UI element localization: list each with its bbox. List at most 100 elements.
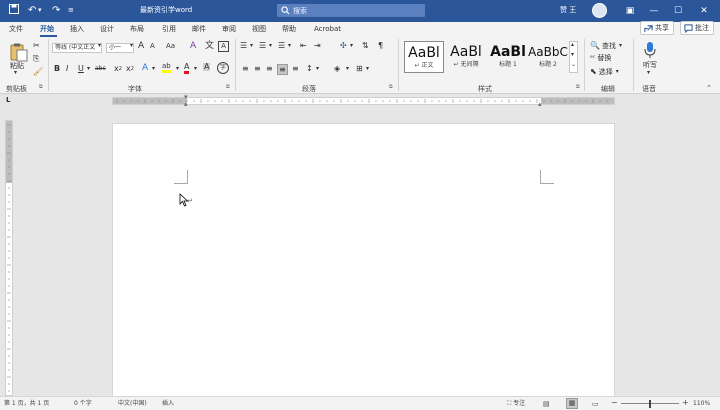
numbering-icon[interactable]: ☰ — [259, 42, 266, 50]
paste-dropdown-icon[interactable]: ▾ — [14, 70, 17, 76]
replace-button[interactable]: ᵃᶜ 替换 — [590, 55, 611, 62]
underline-dropdown-icon[interactable]: ▾ — [87, 66, 90, 72]
insert-mode-status[interactable]: 插入 — [162, 400, 174, 408]
line-spacing-dropdown-icon[interactable]: ▾ — [316, 66, 319, 72]
highlight-icon[interactable]: ab — [162, 63, 171, 73]
format-painter-icon[interactable]: 🖌 — [33, 68, 43, 76]
styles-launcher-icon[interactable]: ⧉ — [576, 85, 580, 90]
document-page[interactable]: ↵ — [112, 123, 615, 398]
vertical-ruler[interactable] — [5, 120, 13, 396]
search-input[interactable]: 搜索 — [277, 4, 425, 17]
horizontal-ruler[interactable]: ▾ ▴ ▴ — [112, 94, 615, 108]
tab-help[interactable]: 帮助 — [282, 24, 296, 34]
zoom-slider-thumb[interactable] — [649, 400, 651, 408]
align-right-icon[interactable]: ≡ — [266, 65, 273, 73]
phonetic-guide-icon[interactable]: 文 — [205, 42, 214, 51]
customize-quick-access-icon[interactable]: ≡ — [68, 4, 74, 17]
left-indent-marker[interactable]: ▴ — [184, 101, 188, 108]
tab-home[interactable]: 开始 — [40, 24, 54, 34]
enclose-characters-icon[interactable]: 字 — [217, 62, 229, 74]
distributed-icon[interactable]: ≡ — [292, 65, 299, 73]
dictate-button[interactable] — [643, 40, 657, 60]
select-dropdown-icon[interactable]: ▾ — [616, 69, 619, 75]
word-count[interactable]: 0 个字 — [74, 400, 92, 408]
tab-layout[interactable]: 布局 — [130, 24, 144, 34]
print-layout-icon[interactable]: ▦ — [566, 398, 578, 409]
style-heading-1[interactable]: AaBl 标题 1 — [488, 41, 528, 73]
copy-icon[interactable]: ⎘ — [33, 55, 39, 63]
tab-acrobat[interactable]: Acrobat — [314, 24, 341, 34]
avatar[interactable] — [592, 3, 607, 18]
chinese-layout-icon[interactable]: ✣ — [340, 42, 347, 50]
grow-font-icon[interactable]: A — [138, 42, 144, 51]
select-button[interactable]: ⬉ 选择 ▾ — [590, 68, 619, 76]
minimize-icon[interactable]: — — [642, 0, 666, 22]
strikethrough-button[interactable]: abc — [95, 66, 106, 72]
zoom-in-button[interactable]: + — [682, 399, 689, 407]
character-shading-icon[interactable]: A — [203, 63, 211, 71]
shrink-font-icon[interactable]: A — [150, 43, 155, 50]
borders-icon[interactable]: ⊞ — [356, 65, 363, 73]
tab-mailings[interactable]: 邮件 — [192, 24, 206, 34]
sort-icon[interactable]: ⇅ — [362, 42, 369, 50]
increase-indent-icon[interactable]: ⇥ — [314, 42, 321, 50]
bold-button[interactable]: B — [54, 65, 60, 73]
change-case-icon[interactable]: Aa — [166, 43, 175, 50]
style-normal[interactable]: AaBl ↵ 正文 — [404, 41, 444, 73]
zoom-level[interactable]: 110% — [693, 400, 710, 408]
style-no-spacing[interactable]: AaBl ↵ 无间隔 — [446, 41, 486, 73]
language-status[interactable]: 中文(中国) — [118, 400, 147, 408]
clear-formatting-icon[interactable]: A — [190, 42, 196, 51]
tab-insert[interactable]: 插入 — [70, 24, 84, 34]
style-heading-2[interactable]: AaBbC 标题 2 — [528, 41, 568, 73]
close-icon[interactable]: ✕ — [692, 0, 716, 22]
font-color-icon[interactable]: A — [184, 63, 190, 74]
chinese-layout-dropdown-icon[interactable]: ▾ — [350, 43, 353, 49]
underline-button[interactable]: U — [78, 65, 84, 73]
tab-references[interactable]: 引用 — [162, 24, 176, 34]
paste-button[interactable] — [8, 41, 30, 63]
show-marks-icon[interactable]: ¶ — [378, 42, 383, 50]
zoom-out-button[interactable]: − — [611, 399, 618, 407]
undo-icon[interactable]: ↶ — [28, 4, 36, 17]
web-layout-icon[interactable]: ▭ — [592, 400, 599, 408]
collapse-ribbon-icon[interactable]: ⌃ — [706, 85, 712, 92]
font-size-dropdown-icon[interactable]: ▾ — [130, 43, 133, 49]
styles-gallery-scroller[interactable]: ▴ ▾ ⌄ — [569, 41, 578, 73]
paragraph-launcher-icon[interactable]: ⧉ — [389, 85, 393, 90]
numbering-dropdown-icon[interactable]: ▾ — [269, 43, 272, 49]
font-name-select[interactable]: 等线 (中文正文 — [52, 43, 102, 53]
tab-selector[interactable]: L — [6, 97, 10, 104]
ribbon-display-options-icon[interactable]: ▣ — [618, 0, 642, 22]
focus-button[interactable]: ⛶ 专注 — [507, 400, 525, 408]
font-name-dropdown-icon[interactable]: ▾ — [98, 43, 101, 49]
font-color-dropdown-icon[interactable]: ▾ — [194, 66, 197, 72]
text-effects-icon[interactable]: A — [142, 64, 148, 73]
dictate-dropdown-icon[interactable]: ▾ — [647, 70, 650, 76]
right-indent-marker[interactable]: ▴ — [538, 101, 542, 108]
find-dropdown-icon[interactable]: ▾ — [619, 43, 622, 49]
scroll-down-icon[interactable]: ▾ — [571, 52, 574, 58]
shading-dropdown-icon[interactable]: ▾ — [346, 66, 349, 72]
tab-view[interactable]: 视图 — [252, 24, 266, 34]
highlight-dropdown-icon[interactable]: ▾ — [176, 66, 179, 72]
scroll-up-icon[interactable]: ▴ — [571, 42, 574, 48]
multilevel-dropdown-icon[interactable]: ▾ — [288, 43, 291, 49]
align-left-icon[interactable]: ≡ — [242, 65, 249, 73]
save-icon[interactable] — [9, 4, 19, 18]
shading-icon[interactable]: ◈ — [334, 65, 340, 73]
redo-icon[interactable]: ↷ — [52, 4, 60, 17]
text-effects-dropdown-icon[interactable]: ▾ — [152, 66, 155, 72]
user-name[interactable]: 赞 王 — [560, 5, 576, 15]
bullets-icon[interactable]: ☰ — [240, 42, 247, 50]
dictate-label[interactable]: 听写 — [643, 62, 657, 69]
decrease-indent-icon[interactable]: ⇤ — [300, 42, 307, 50]
tab-design[interactable]: 设计 — [100, 24, 114, 34]
maximize-icon[interactable]: ☐ — [666, 0, 690, 22]
superscript-button[interactable]: x2 — [126, 65, 134, 73]
more-styles-icon[interactable]: ⌄ — [571, 62, 576, 68]
share-button[interactable]: 共享 — [640, 21, 674, 35]
page-count[interactable]: 第 1 页，共 1 页 — [4, 400, 49, 408]
find-button[interactable]: 🔍 查找 ▾ — [590, 42, 622, 50]
clipboard-launcher-icon[interactable]: ⧉ — [39, 85, 43, 90]
